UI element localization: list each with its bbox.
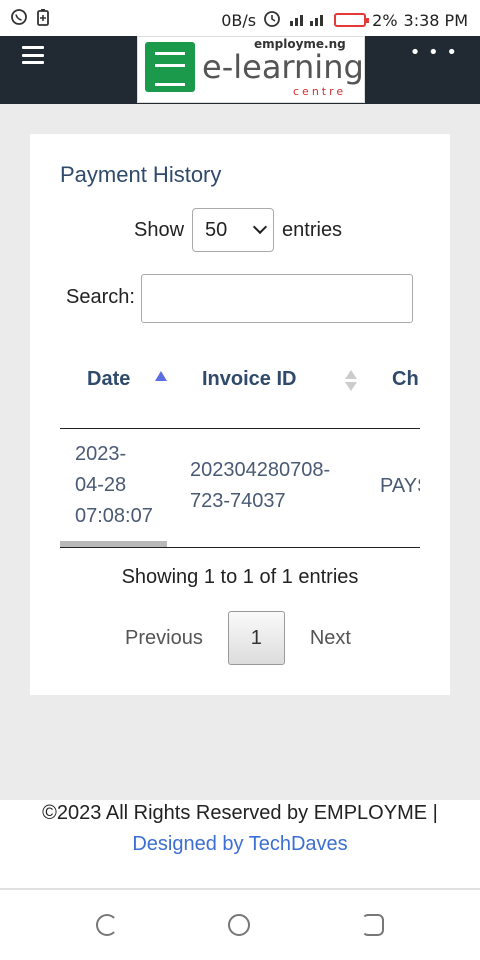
show-label: Show [134, 218, 185, 241]
cell-date: 2023- 04-28 07:08:07 [75, 443, 153, 527]
system-nav-bar [0, 890, 480, 960]
home-icon[interactable] [228, 914, 250, 936]
designed-by-link[interactable]: Designed by TechDaves [0, 833, 480, 856]
page-1-button[interactable]: 1 [227, 611, 285, 665]
status-right-info: 0B/s 2% 3:38 PM [221, 8, 468, 32]
next-page-button[interactable]: Next [310, 627, 351, 650]
entries-label: entries [282, 218, 343, 241]
entries-select-value: 50 [205, 218, 228, 241]
pagination: Previous 1 Next [125, 611, 351, 665]
payment-table: Date Invoice ID Ch 2023- 04-28 07:08:07 … [60, 340, 420, 548]
chevron-down-icon [252, 219, 268, 235]
table-info: Showing 1 to 1 of 1 entries [121, 566, 359, 588]
battery-percent: 2% [372, 10, 398, 30]
clock: 3:38 PM [403, 10, 468, 30]
page-title: Payment History [60, 162, 222, 187]
book-icon [145, 42, 195, 92]
column-header-channel[interactable]: Ch [392, 368, 419, 391]
back-icon[interactable] [96, 914, 118, 936]
net-speed: 0B/s [221, 10, 257, 30]
whatsapp-icon [10, 8, 28, 30]
battery-icon [334, 13, 370, 27]
more-dots-icon[interactable]: • • • [410, 42, 458, 63]
column-header-date[interactable]: Date [87, 368, 130, 391]
header-divider [60, 428, 420, 429]
sort-both-icon[interactable] [345, 370, 357, 391]
search-label: Search: [66, 286, 135, 308]
footer: ©2023 All Rights Reserved by EMPLOYME | … [0, 800, 480, 888]
sort-ascending-icon[interactable] [155, 371, 167, 381]
cell-invoice-id: 202304280708- 723-74037 [190, 459, 331, 512]
site-logo[interactable]: employme.ng e-learning centre [137, 36, 365, 103]
entries-select[interactable]: 50 [192, 208, 275, 252]
battery-saver-icon [36, 8, 50, 30]
entries-length-control: Show 50 entries [134, 208, 342, 252]
previous-page-button[interactable]: Previous [125, 627, 203, 650]
table-bottom-divider [60, 547, 420, 548]
signal-icon [288, 9, 328, 31]
logo-sub-text: centre [293, 85, 347, 98]
copyright-text: ©2023 All Rights Reserved by EMPLOYME | [42, 802, 438, 824]
hamburger-icon[interactable] [22, 46, 44, 64]
logo-main-text: e-learning [202, 48, 364, 86]
column-header-invoice-id[interactable]: Invoice ID [202, 368, 296, 391]
status-left-icons [10, 8, 50, 30]
cell-channel: PAYS [380, 475, 420, 497]
status-bar: 0B/s 2% 3:38 PM [0, 0, 480, 36]
search-input[interactable] [141, 274, 413, 323]
recents-icon[interactable] [362, 914, 384, 936]
alarm-icon [262, 8, 282, 32]
